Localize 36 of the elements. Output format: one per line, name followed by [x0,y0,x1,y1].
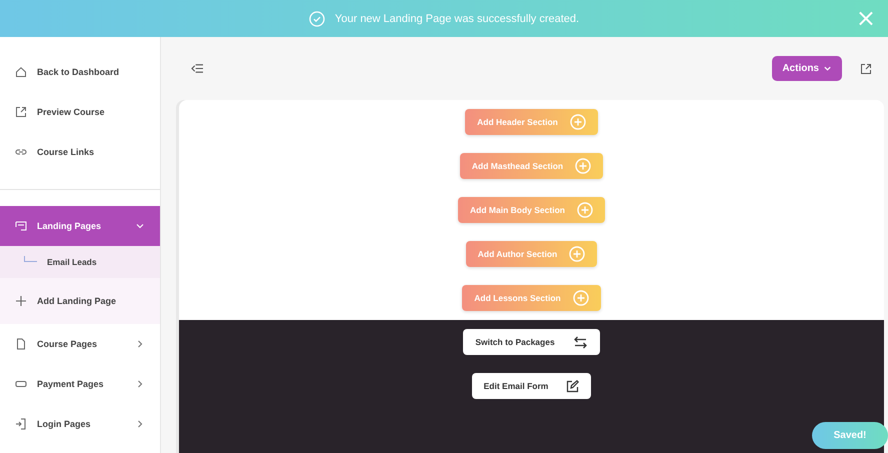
form-button[interactable]: Edit Email Form [472,373,592,399]
banner-message: Your new Landing Page was successfully created. [334,12,580,24]
external-link-icon[interactable] [860,62,872,74]
sidebar-section[interactable]: Course Pages [0,324,160,364]
chevron-right-icon [135,379,145,389]
sidebar-link[interactable]: Course Links [0,132,160,172]
home-icon [15,66,27,78]
login-icon [15,418,27,430]
plus-circle-icon [569,246,586,262]
form-button[interactable]: Switch to Packages [463,329,600,355]
swap-arrows-icon [572,336,588,348]
layout-icon [15,220,27,232]
plus-circle-icon [576,202,593,218]
edit-icon [566,380,580,392]
sidebar-section[interactable]: Payment Pages [0,364,160,404]
check-circle-icon [308,10,325,26]
sidebar-link[interactable]: Back to Dashboard [0,52,160,92]
collapse-menu-icon[interactable] [191,63,204,74]
plus-circle-icon [575,158,592,174]
chevron-right-icon [135,339,145,349]
chevron-down-icon [135,221,145,231]
chevron-down-icon [823,64,832,73]
saved-toast: Saved! [812,422,888,449]
sidebar-section[interactable]: Landing Pages [0,206,160,246]
sidebar-link[interactable]: Preview Course [0,92,160,132]
sidebar-section[interactable]: Login Pages [0,404,160,444]
plus-icon [15,295,27,307]
document-icon [15,338,27,350]
add-landing-page-link[interactable]: Add Landing Page [0,278,160,324]
plus-circle-icon [570,114,586,130]
tag-icon [15,378,27,390]
actions-button[interactable]: Actions [772,56,842,81]
external-link-icon [15,106,27,118]
chevron-right-icon [135,419,145,429]
plus-circle-icon [572,290,589,306]
sidebar-subitem[interactable]: Email Leads [0,246,160,278]
